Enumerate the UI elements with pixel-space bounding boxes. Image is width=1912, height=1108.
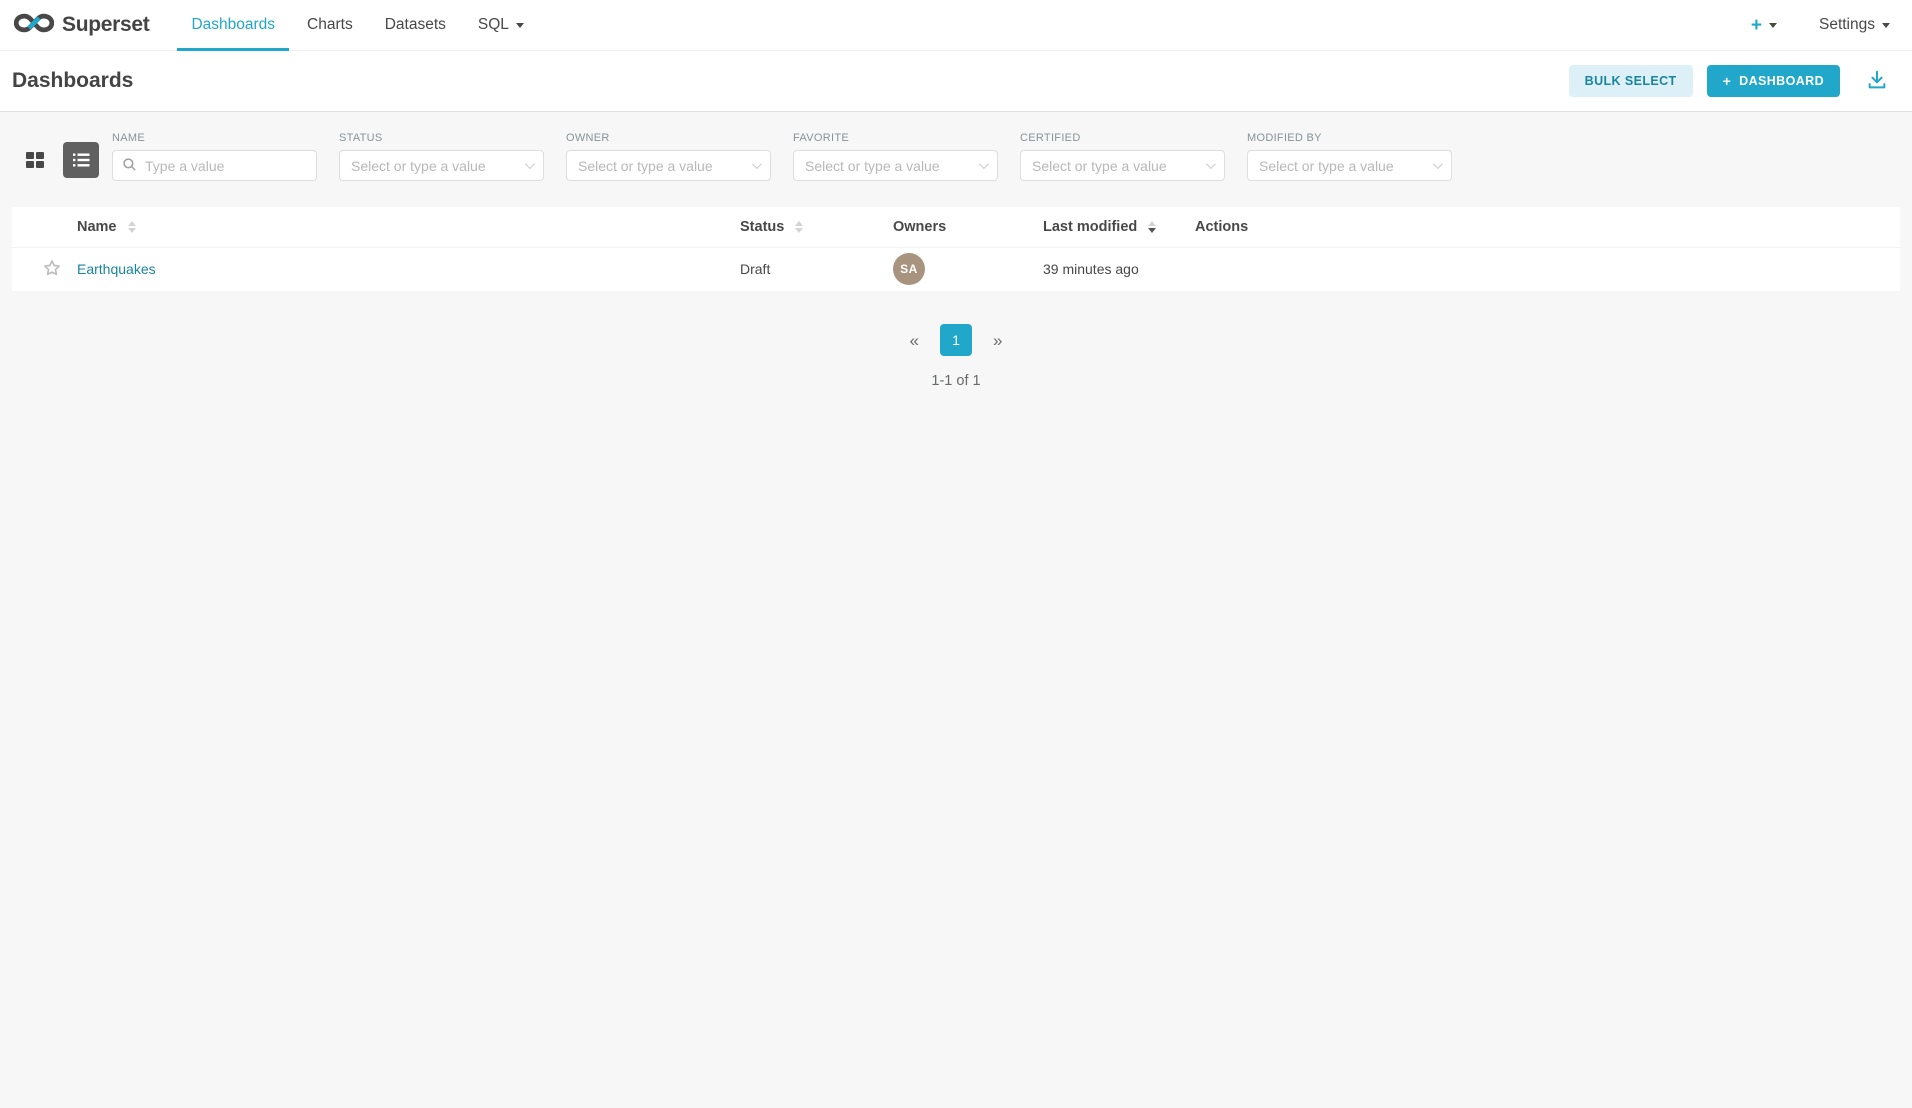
nav-tab-label: SQL xyxy=(478,16,509,34)
filter-bar: NAME STATUS Select or type a value xyxy=(0,112,1912,181)
view-mode-toggles xyxy=(17,142,99,178)
favorite-filter-select[interactable]: Select or type a value xyxy=(793,150,998,181)
certified-filter-select[interactable]: Select or type a value xyxy=(1020,150,1225,181)
modified-by-filter-select[interactable]: Select or type a value xyxy=(1247,150,1452,181)
select-placeholder: Select or type a value xyxy=(1259,158,1394,174)
status-cell: Draft xyxy=(740,247,893,291)
column-header-actions: Actions xyxy=(1195,207,1900,247)
filter-favorite: FAVORITE Select or type a value xyxy=(793,132,998,181)
filters: NAME STATUS Select or type a value xyxy=(112,132,1452,181)
new-dashboard-label: DASHBOARD xyxy=(1739,74,1824,88)
settings-label: Settings xyxy=(1819,16,1875,34)
column-header-owners: Owners xyxy=(893,207,1043,247)
filter-label: CERTIFIED xyxy=(1020,132,1225,144)
nav-tab-label: Datasets xyxy=(385,16,446,34)
column-label: Last modified xyxy=(1043,219,1137,235)
favorite-cell xyxy=(12,247,77,291)
card-view-icon[interactable] xyxy=(17,142,53,178)
top-nav: Superset Dashboards Charts Datasets SQL … xyxy=(0,0,1912,51)
list-view-icon[interactable] xyxy=(63,142,99,178)
filter-label: NAME xyxy=(112,132,317,144)
table-row: Earthquakes Draft SA 39 minutes ago xyxy=(12,247,1900,291)
select-placeholder: Select or type a value xyxy=(1032,158,1167,174)
filter-label: OWNER xyxy=(566,132,771,144)
filter-owner: OWNER Select or type a value xyxy=(566,132,771,181)
nav-tab-dashboards[interactable]: Dashboards xyxy=(175,0,291,50)
filter-label: MODIFIED BY xyxy=(1247,132,1452,144)
page-header-actions: BULK SELECT + DASHBOARD xyxy=(1569,65,1892,98)
column-header-last-modified[interactable]: Last modified xyxy=(1043,207,1195,247)
owner-filter-select[interactable]: Select or type a value xyxy=(566,150,771,181)
last-modified-cell: 39 minutes ago xyxy=(1043,247,1195,291)
owner-avatar[interactable]: SA xyxy=(893,253,925,285)
page-1-button[interactable]: 1 xyxy=(940,324,972,356)
next-page-button[interactable]: » xyxy=(987,328,1008,353)
filter-modified-by: MODIFIED BY Select or type a value xyxy=(1247,132,1452,181)
chevron-down-icon xyxy=(1206,159,1216,169)
import-dashboard-button[interactable] xyxy=(1862,65,1892,98)
pagination: « 1 » xyxy=(0,324,1912,356)
filter-certified: CERTIFIED Select or type a value xyxy=(1020,132,1225,181)
chevron-down-icon xyxy=(1433,159,1443,169)
bulk-select-button[interactable]: BULK SELECT xyxy=(1569,65,1693,97)
nav-right: + Settings xyxy=(1751,16,1912,35)
brand-name: Superset xyxy=(62,13,149,37)
table-header-row: Name Status Owners Last modified xyxy=(12,207,1900,247)
filter-name: NAME xyxy=(112,132,317,181)
plus-icon: + xyxy=(1723,73,1732,89)
dashboards-table-card: Name Status Owners Last modified xyxy=(12,207,1900,291)
nav-tab-label: Charts xyxy=(307,16,353,34)
column-header-name[interactable]: Name xyxy=(77,207,740,247)
chevron-down-icon xyxy=(1769,23,1777,28)
column-header-status[interactable]: Status xyxy=(740,207,893,247)
dashboards-table: Name Status Owners Last modified xyxy=(12,207,1900,291)
previous-page-button[interactable]: « xyxy=(904,328,925,353)
new-dashboard-button[interactable]: + DASHBOARD xyxy=(1707,65,1840,97)
dashboard-link[interactable]: Earthquakes xyxy=(77,261,156,277)
superset-infinity-icon xyxy=(14,10,54,41)
nav-tab-sql[interactable]: SQL xyxy=(462,0,540,50)
chevron-down-icon xyxy=(1882,23,1890,28)
plus-icon: + xyxy=(1751,16,1762,35)
column-label: Actions xyxy=(1195,219,1248,235)
sort-desc-icon xyxy=(1148,221,1156,233)
chevron-down-icon xyxy=(752,159,762,169)
actions-cell xyxy=(1195,247,1900,291)
bulk-select-label: BULK SELECT xyxy=(1585,74,1677,88)
column-label: Status xyxy=(740,219,784,235)
new-item-menu-button[interactable]: + xyxy=(1751,16,1777,35)
column-label: Name xyxy=(77,219,117,235)
filter-status: STATUS Select or type a value xyxy=(339,132,544,181)
superset-logo[interactable]: Superset xyxy=(14,10,149,41)
select-placeholder: Select or type a value xyxy=(578,158,713,174)
page-header: Dashboards BULK SELECT + DASHBOARD xyxy=(0,51,1912,112)
sort-icon xyxy=(795,221,803,233)
favorite-column-header xyxy=(12,207,77,247)
search-icon xyxy=(122,157,137,177)
star-icon[interactable] xyxy=(42,265,62,281)
settings-menu-button[interactable]: Settings xyxy=(1819,16,1890,34)
nav-tab-label: Dashboards xyxy=(191,16,275,34)
filter-label: FAVORITE xyxy=(793,132,998,144)
sort-icon xyxy=(128,221,136,233)
filter-label: STATUS xyxy=(339,132,544,144)
chevron-down-icon xyxy=(979,159,989,169)
select-placeholder: Select or type a value xyxy=(805,158,940,174)
dashboard-name-cell: Earthquakes xyxy=(77,247,740,291)
chevron-down-icon xyxy=(525,159,535,169)
status-filter-select[interactable]: Select or type a value xyxy=(339,150,544,181)
nav-tab-charts[interactable]: Charts xyxy=(291,0,369,50)
main-nav-tabs: Dashboards Charts Datasets SQL xyxy=(175,0,539,50)
select-placeholder: Select or type a value xyxy=(351,158,486,174)
owners-cell: SA xyxy=(893,247,1043,291)
column-label: Owners xyxy=(893,219,946,235)
chevron-down-icon xyxy=(516,23,524,28)
name-filter-input[interactable] xyxy=(112,150,317,181)
page-title: Dashboards xyxy=(12,69,133,93)
nav-tab-datasets[interactable]: Datasets xyxy=(369,0,462,50)
content-area: NAME STATUS Select or type a value xyxy=(0,112,1912,1108)
import-download-icon xyxy=(1866,69,1888,94)
pagination-summary: 1-1 of 1 xyxy=(0,373,1912,389)
